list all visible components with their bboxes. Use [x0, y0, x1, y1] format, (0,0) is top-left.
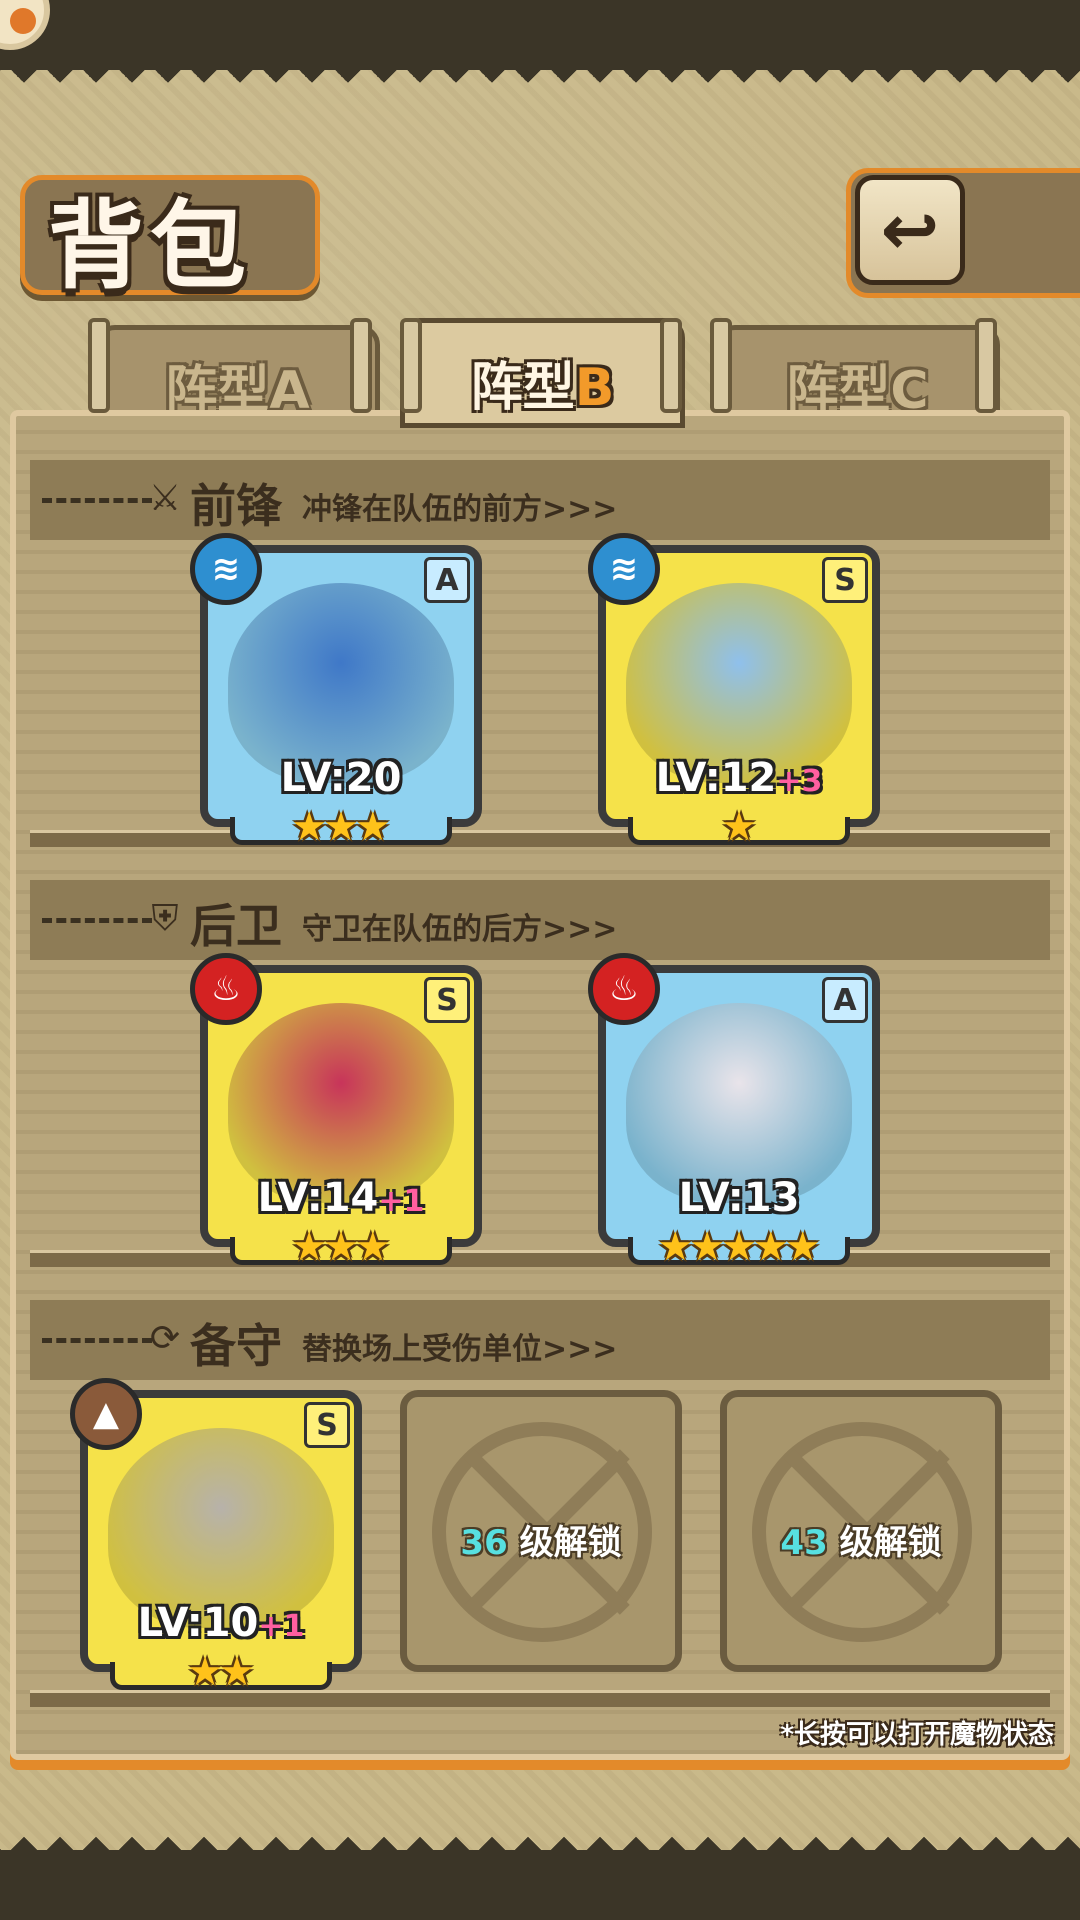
star-icon: ★ [784, 1224, 821, 1270]
level-bonus: +3 [776, 764, 823, 799]
section-title: 前锋 [190, 479, 282, 533]
back-button[interactable]: ↩ [855, 175, 965, 285]
shelf [30, 830, 1050, 847]
earth-element-icon: ▲ [70, 1378, 142, 1450]
section-subtitle: 替换场上受伤单位>>> [302, 1332, 618, 1367]
swap-icon: ⟳ [149, 1318, 181, 1359]
star-rating: ★ [598, 807, 880, 847]
page-title: 背包 [48, 189, 252, 302]
star-rating: ★ ★ ★ [200, 807, 482, 847]
tab-post [710, 318, 732, 413]
star-icon: ★ [721, 1224, 757, 1270]
level-text: LV:14 [257, 1175, 379, 1221]
section-header-reserve: ⟳ 备守 替换场上受伤单位>>> [30, 1300, 1050, 1380]
star-icon: ★ [291, 1224, 328, 1270]
star-icon: ★ [354, 1224, 391, 1270]
orange-dot-icon [10, 8, 36, 34]
level-text: LV:10 [137, 1600, 259, 1646]
level-label: LV:12+3 [606, 755, 872, 801]
backpack-screen: 背包 ↩ 阵型A 阵型B 阵型C ⚔ 前锋 冲锋在队伍的前方>>> ⛨ 后卫 守… [0, 0, 1080, 1920]
tab-letter: B [574, 358, 615, 418]
unlock-text: 级解锁 [839, 1523, 942, 1563]
rank-badge: S [822, 557, 868, 603]
return-arrow-icon: ↩ [880, 189, 940, 271]
shield-icon: ⛨ [151, 898, 179, 939]
level-text: LV:20 [280, 755, 402, 801]
star-rating: ★ ★ [80, 1652, 362, 1692]
star-icon: ★ [752, 1224, 789, 1270]
tab-post [350, 318, 372, 413]
star-icon: ★ [187, 1649, 223, 1695]
locked-slot[interactable]: 36 级解锁 [400, 1390, 682, 1672]
water-element-icon: ≋ [588, 533, 660, 605]
long-press-hint: *长按可以打开魔物状态 [780, 1720, 1054, 1750]
section-title: 备守 [190, 1319, 282, 1373]
unlock-text: 级解锁 [519, 1523, 622, 1563]
tab-post [400, 318, 422, 413]
water-element-icon: ≋ [190, 533, 262, 605]
tab-formation-b[interactable]: 阵型B [400, 318, 685, 428]
level-label: LV:14+1 [208, 1175, 474, 1221]
star-icon: ★ [657, 1224, 694, 1270]
unit-portrait [228, 1003, 454, 1203]
bottom-border [0, 1828, 1080, 1920]
star-icon: ★ [323, 804, 359, 850]
star-icon: ★ [291, 804, 328, 850]
section-subtitle: 冲锋在队伍的前方>>> [302, 492, 618, 527]
unit-portrait [626, 583, 852, 783]
star-icon: ★ [689, 1224, 726, 1270]
level-text: LV:12 [655, 755, 777, 801]
star-rating: ★ ★ ★ ★ ★ [598, 1227, 880, 1267]
level-bonus: +1 [258, 1609, 305, 1644]
section-header-front: ⚔ 前锋 冲锋在队伍的前方>>> [30, 460, 1050, 540]
tab-post [975, 318, 997, 413]
sword-icon: ⚔ [148, 478, 182, 519]
top-border [0, 0, 1080, 92]
tab-formation-a[interactable]: 阵型A [95, 325, 380, 421]
unlock-level: 43 [780, 1523, 828, 1563]
unit-portrait [228, 583, 454, 783]
level-label: LV:13 [606, 1175, 872, 1221]
star-rating: ★ ★ ★ [200, 1227, 482, 1267]
tab-label: 阵型 [470, 358, 575, 418]
unlock-level: 36 [460, 1523, 508, 1563]
star-icon: ★ [354, 804, 391, 850]
locked-slot[interactable]: 43 级解锁 [720, 1390, 1002, 1672]
rank-badge: S [304, 1402, 350, 1448]
level-text: LV:13 [678, 1175, 800, 1221]
tab-formation-c[interactable]: 阵型C [715, 325, 1000, 421]
shelf [30, 1690, 1050, 1707]
section-header-back: ⛨ 后卫 守卫在队伍的后方>>> [30, 880, 1050, 960]
level-label: LV:10+1 [88, 1600, 354, 1646]
fire-element-icon: ♨ [588, 953, 660, 1025]
star-icon: ★ [721, 804, 757, 850]
tab-post [660, 318, 682, 413]
fire-element-icon: ♨ [190, 953, 262, 1025]
star-icon: ★ [323, 1224, 359, 1270]
unit-portrait [108, 1428, 334, 1628]
section-title: 后卫 [190, 899, 282, 953]
shelf [30, 1250, 1050, 1267]
star-icon: ★ [219, 1649, 255, 1695]
tab-post [88, 318, 110, 413]
rank-badge: S [424, 977, 470, 1023]
unit-portrait [626, 1003, 852, 1203]
rank-badge: A [424, 557, 470, 603]
level-bonus: +1 [378, 1184, 425, 1219]
level-label: LV:20 [208, 755, 474, 801]
rank-badge: A [822, 977, 868, 1023]
section-subtitle: 守卫在队伍的后方>>> [302, 912, 618, 947]
